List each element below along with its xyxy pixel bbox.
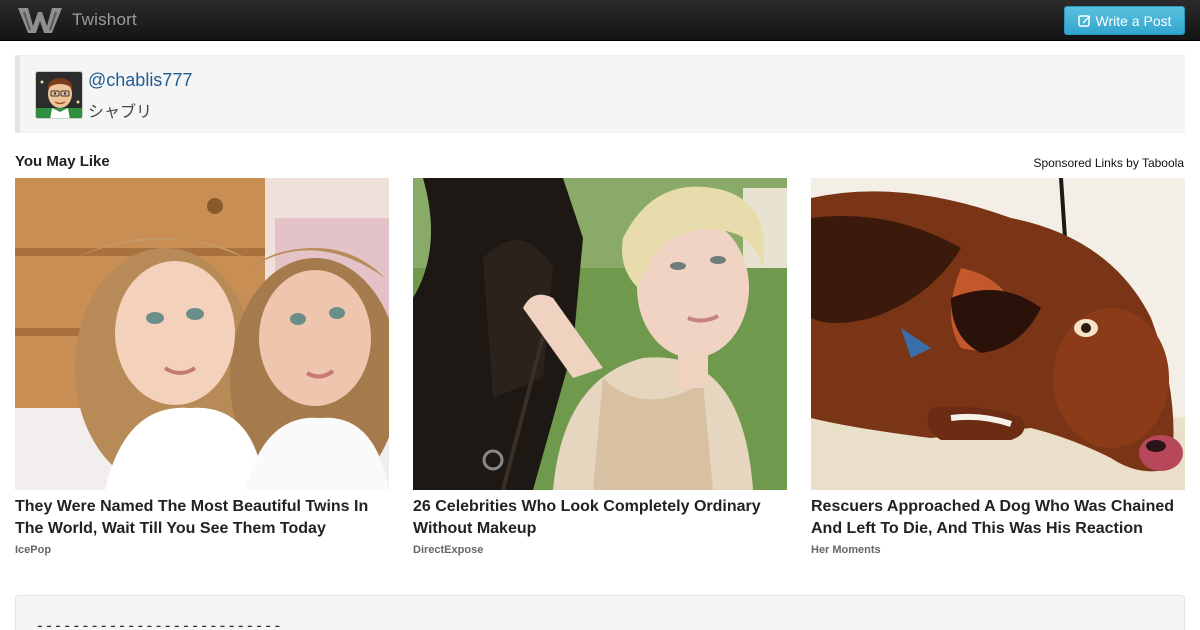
brand-link[interactable]: Twishort: [18, 5, 137, 35]
top-navbar: Twishort Write a Post: [0, 0, 1200, 41]
card-source: DirectExpose: [413, 544, 484, 556]
card-title-link[interactable]: Rescuers Approached A Dog Who Was Chaine…: [811, 496, 1185, 540]
edit-icon: [1077, 15, 1090, 27]
card-title-link[interactable]: They Were Named The Most Beautiful Twins…: [15, 496, 389, 540]
blonde-woman-with-horse-photo: [413, 178, 787, 490]
sponsored-links-label[interactable]: Sponsored Links by Taboola: [1033, 156, 1184, 170]
sponsored-card[interactable]: Rescuers Approached A Dog Who Was Chaine…: [811, 178, 1185, 563]
avatar[interactable]: [35, 71, 83, 119]
card-source: Her Moments: [811, 544, 881, 556]
sponsored-card[interactable]: 26 Celebrities Who Look Completely Ordin…: [413, 178, 787, 563]
post-content-box: ---------------------------: [15, 595, 1185, 630]
card-image[interactable]: [413, 178, 787, 490]
twin-girls-photo: [15, 178, 389, 490]
author-handle: chablis777: [106, 70, 193, 90]
author-display-name: シャブリ: [88, 102, 153, 121]
bitmoji-avatar-icon: [36, 72, 82, 118]
sponsored-card[interactable]: They Were Named The Most Beautiful Twins…: [15, 178, 389, 563]
twishort-logo-icon: [18, 8, 62, 33]
brown-dog-lying-photo: [811, 178, 1185, 490]
post-text: ---------------------------: [35, 616, 282, 630]
you-may-like-heading: You May Like: [15, 153, 110, 170]
brand-name: Twishort: [72, 10, 137, 29]
card-source: IcePop: [15, 544, 52, 556]
author-handle-link[interactable]: @chablis777: [88, 70, 192, 91]
card-title-link[interactable]: 26 Celebrities Who Look Completely Ordin…: [413, 496, 787, 540]
author-profile-card: @chablis777 シャブリ: [15, 55, 1185, 133]
card-image[interactable]: [811, 178, 1185, 490]
write-post-button[interactable]: Write a Post: [1064, 6, 1185, 35]
at-sign: @: [88, 70, 107, 90]
card-image[interactable]: [15, 178, 389, 490]
write-post-label: Write a Post: [1095, 12, 1172, 29]
